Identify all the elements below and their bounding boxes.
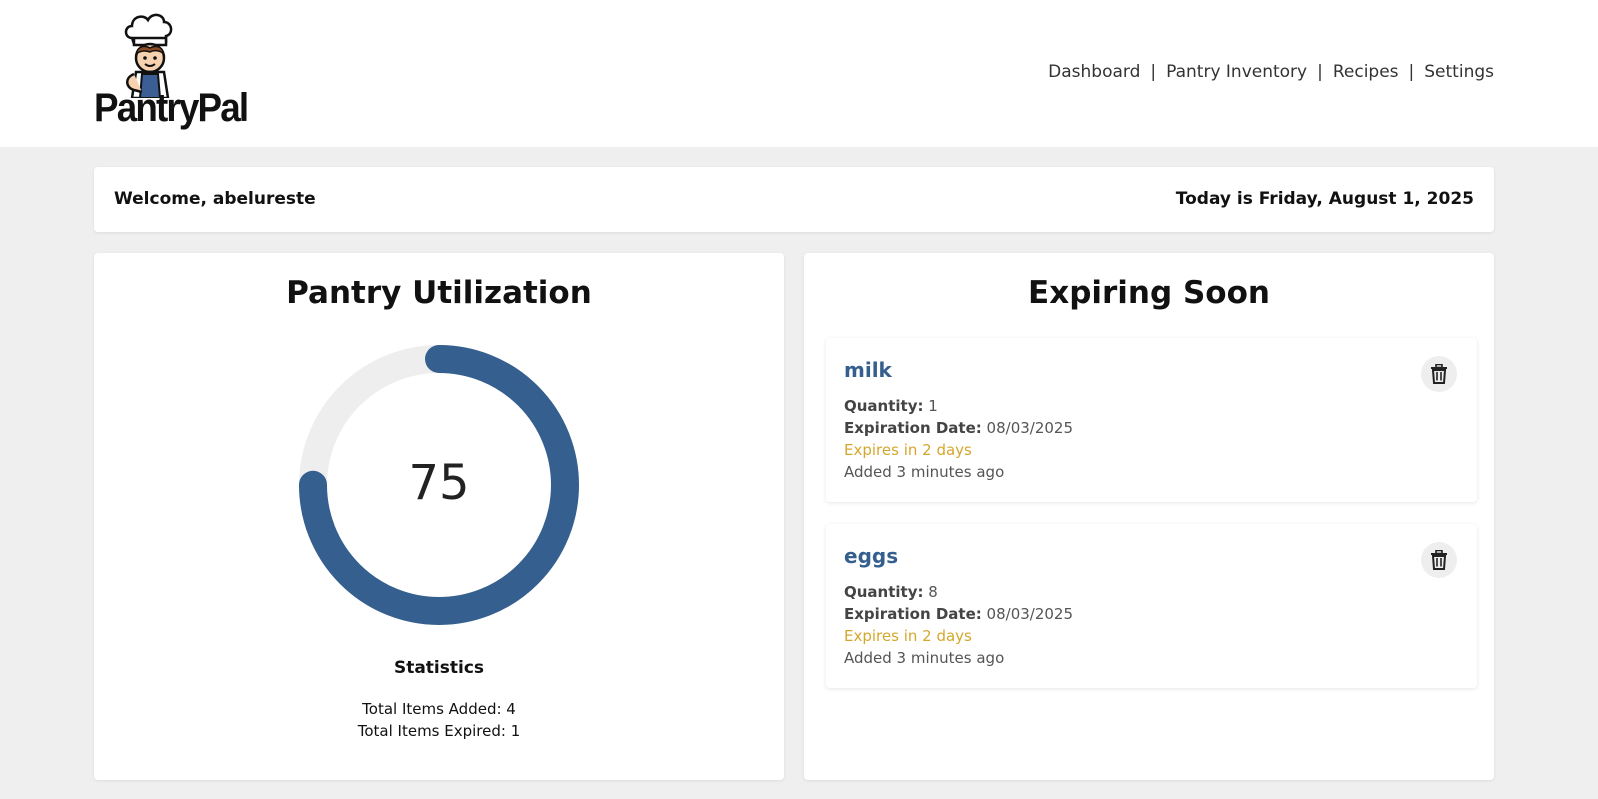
item-expires-in: Expires in 2 days — [844, 627, 972, 645]
nav-dashboard[interactable]: Dashboard — [1048, 62, 1140, 82]
nav-separator: | — [1150, 62, 1157, 82]
welcome-greeting: Welcome, abelureste — [114, 189, 316, 209]
item-expiration: Expiration Date: 08/03/2025 — [844, 419, 1073, 437]
expiration-label: Expiration Date: — [844, 605, 982, 623]
utilization-value: 75 — [408, 455, 470, 511]
chef-mascot-icon — [124, 13, 173, 98]
utilization-title: Pantry Utilization — [286, 275, 592, 311]
quantity-label: Quantity: — [844, 583, 924, 601]
expiration-label: Expiration Date: — [844, 419, 982, 437]
item-quantity: Quantity: 8 — [844, 583, 938, 601]
expiring-item-card: eggs Quantity: 8 Expiration Date: 08/03/… — [826, 524, 1477, 688]
nav-recipes[interactable]: Recipes — [1333, 62, 1399, 82]
trash-icon — [1431, 550, 1447, 570]
today-date: Today is Friday, August 1, 2025 — [1175, 189, 1474, 209]
total-items-expired: Total Items Expired: 1 — [357, 722, 521, 740]
item-expires-in: Expires in 2 days — [844, 441, 972, 459]
quantity-value: 1 — [928, 397, 938, 415]
main-nav: Dashboard | Pantry Inventory | Recipes |… — [1048, 62, 1494, 82]
pantrypal-logo[interactable]: PantryPal — [94, 8, 254, 136]
statistics-heading: Statistics — [393, 658, 485, 678]
expiring-title: Expiring Soon — [1028, 275, 1270, 311]
item-added-time: Added 3 minutes ago — [844, 463, 1005, 481]
nav-separator: | — [1408, 62, 1415, 82]
total-items-added: Total Items Added: 4 — [362, 700, 516, 718]
item-name: eggs — [844, 544, 899, 568]
expiration-value: 08/03/2025 — [986, 419, 1074, 437]
welcome-banner: Welcome, abelureste Today is Friday, Aug… — [94, 167, 1494, 232]
expiration-value: 08/03/2025 — [986, 605, 1074, 623]
trash-icon — [1431, 364, 1447, 384]
item-expiration: Expiration Date: 08/03/2025 — [844, 605, 1073, 623]
expiring-soon-card: Expiring Soon milk Quantity: 1 Expiratio… — [804, 253, 1494, 780]
delete-item-button[interactable] — [1421, 542, 1457, 578]
quantity-label: Quantity: — [844, 397, 924, 415]
item-name: milk — [844, 358, 892, 382]
expiring-item-card: milk Quantity: 1 Expiration Date: 08/03/… — [826, 338, 1477, 502]
app-header: PantryPal Dashboard | Pantry Inventory |… — [0, 0, 1598, 147]
logo-text: PantryPal — [94, 86, 249, 130]
nav-pantry-inventory[interactable]: Pantry Inventory — [1166, 62, 1307, 82]
nav-settings[interactable]: Settings — [1424, 62, 1494, 82]
pantry-utilization-card: Pantry Utilization 75 Statistics Total I… — [94, 253, 784, 780]
nav-separator: | — [1317, 62, 1323, 82]
quantity-value: 8 — [928, 583, 938, 601]
item-added-time: Added 3 minutes ago — [844, 649, 1005, 667]
item-quantity: Quantity: 1 — [844, 397, 938, 415]
delete-item-button[interactable] — [1421, 356, 1457, 392]
